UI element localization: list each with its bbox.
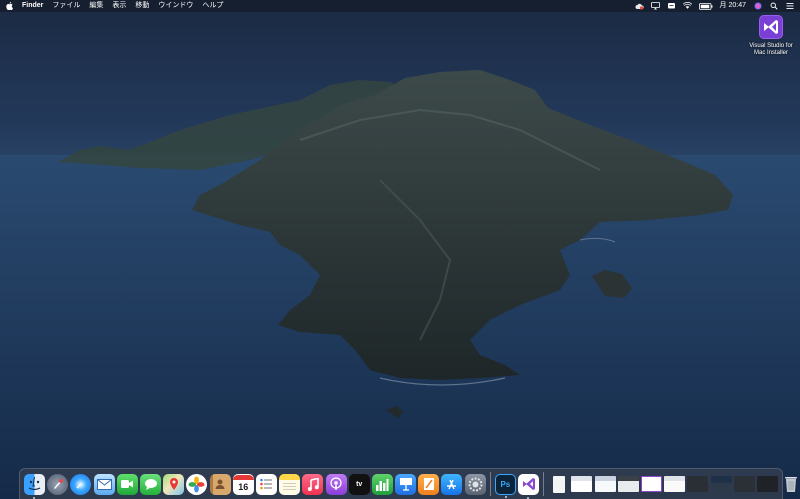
dock-safari-icon[interactable] (70, 473, 92, 495)
dock-separator (489, 472, 491, 496)
dock-numbers-icon[interactable] (371, 473, 393, 495)
dock-music-icon[interactable] (302, 473, 324, 495)
dock-minimized-window[interactable] (548, 474, 569, 495)
dock-keynote-icon[interactable] (395, 473, 417, 495)
dock-minimized-window[interactable] (687, 474, 709, 495)
dock-finder-icon[interactable] (24, 473, 46, 499)
menu-go[interactable]: 移動 (135, 0, 149, 12)
dock: 16 tv Ps (19, 468, 797, 499)
dock-visual-studio-icon[interactable] (518, 473, 540, 499)
menu-view[interactable]: 表示 (112, 0, 126, 12)
menu-bar: Finder ファイル 編集 表示 移動 ウインドウ ヘルプ 月 20:47 (0, 0, 800, 12)
menu-app-finder[interactable]: Finder (22, 0, 43, 12)
dock-reminders-icon[interactable] (255, 473, 277, 495)
creative-cloud-icon[interactable] (635, 2, 644, 10)
dock-apple-tv-icon[interactable]: tv (348, 473, 370, 495)
spotlight-search-icon[interactable] (769, 2, 778, 10)
siri-icon[interactable] (753, 2, 762, 10)
airplay-icon[interactable] (650, 2, 660, 10)
desktop-icon-vs-installer[interactable]: Visual Studio for Mac Installer (744, 13, 798, 57)
dock-podcasts-icon[interactable] (325, 473, 347, 495)
wifi-icon[interactable] (682, 2, 692, 10)
dock-maps-icon[interactable] (163, 473, 185, 495)
dock-messages-icon[interactable] (140, 473, 162, 495)
notification-center-icon[interactable] (785, 2, 794, 10)
dock-photoshop-icon[interactable]: Ps (494, 473, 516, 498)
dock-photos-icon[interactable] (186, 473, 208, 495)
calendar-date: 16 (238, 481, 249, 492)
dock-launchpad-icon[interactable] (47, 473, 69, 495)
dock-minimized-window[interactable] (756, 474, 778, 495)
apple-menu-icon[interactable] (6, 2, 13, 11)
dock-minimized-window[interactable] (733, 474, 755, 495)
menu-edit[interactable]: 編集 (89, 0, 103, 12)
dock-minimized-window[interactable] (664, 474, 686, 495)
dock-minimized-window[interactable] (640, 474, 662, 495)
battery-icon[interactable] (698, 2, 713, 10)
desktop-wallpaper (0, 0, 800, 499)
dock-contacts-icon[interactable] (209, 473, 231, 495)
dock-minimized-window[interactable] (571, 474, 593, 495)
apple-tv-label: tv (356, 480, 363, 488)
dock-facetime-icon[interactable] (116, 473, 138, 495)
input-menu-icon[interactable] (667, 2, 676, 10)
dock-notes-icon[interactable] (279, 473, 301, 495)
dock-system-preferences-icon[interactable] (464, 473, 486, 495)
dock-trash-icon[interactable] (780, 474, 800, 495)
dock-separator (543, 472, 545, 496)
menu-clock[interactable]: 月 20:47 (720, 0, 746, 12)
dock-mail-icon[interactable] (93, 473, 115, 495)
dock-calendar-icon[interactable]: 16 (232, 473, 254, 495)
desktop-icon-label: Visual Studio for Mac Installer (749, 43, 793, 56)
menu-window[interactable]: ウインドウ (158, 0, 193, 12)
dock-minimized-window[interactable] (710, 474, 732, 495)
menu-file[interactable]: ファイル (52, 0, 80, 12)
dock-pages-icon[interactable] (418, 473, 440, 495)
visual-studio-installer-icon (757, 13, 785, 41)
catalina-island-image (0, 70, 800, 499)
photoshop-label: Ps (500, 479, 511, 489)
dock-minimized-window[interactable] (594, 474, 616, 495)
menu-help[interactable]: ヘルプ (202, 0, 223, 12)
dock-app-store-icon[interactable] (441, 473, 463, 495)
dock-minimized-window[interactable] (617, 474, 639, 495)
